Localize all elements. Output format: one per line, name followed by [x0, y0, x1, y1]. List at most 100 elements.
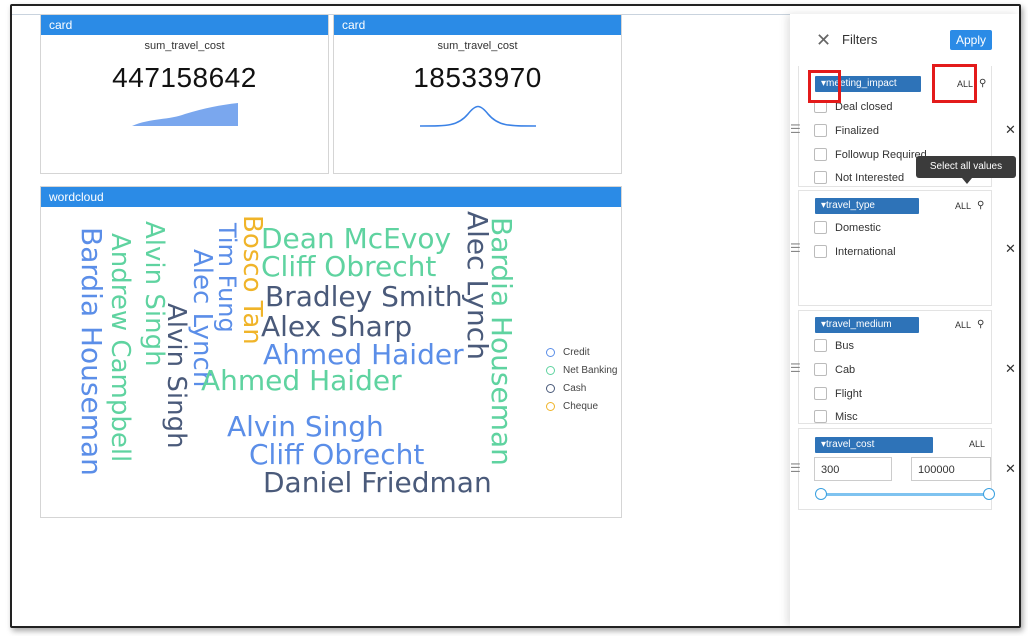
filter-option[interactable]: Cab — [814, 363, 855, 376]
legend-item-cheque[interactable]: Cheque — [546, 401, 617, 412]
highlight-box-all — [932, 64, 977, 103]
card-header: card — [41, 15, 328, 35]
filter-tag-label: travel_cost — [826, 439, 875, 450]
wc-word: Andrew Campbell — [105, 233, 135, 463]
apply-button[interactable]: Apply — [950, 30, 992, 50]
card-panel-1[interactable]: card sum_travel_cost 447158642 — [40, 14, 329, 174]
option-label: International — [835, 245, 896, 258]
filter-tag-label: travel_medium — [826, 319, 892, 330]
drag-handle-icon[interactable]: ☰ — [790, 122, 801, 136]
metric-label: sum_travel_cost — [437, 40, 518, 52]
option-label: Followup Required — [835, 148, 927, 161]
wc-word: Ahmed Haider — [201, 364, 402, 397]
wc-word: Alvin Singh — [161, 303, 191, 449]
legend-label: Credit — [563, 347, 590, 358]
checkbox[interactable] — [814, 387, 827, 400]
select-all-button[interactable]: ALL — [955, 320, 971, 330]
range-min-input[interactable]: 300 — [814, 457, 892, 481]
range-max-input[interactable]: 100000 — [911, 457, 991, 481]
legend-item-cash[interactable]: Cash — [546, 383, 617, 394]
filters-panel: ✕ Filters Apply ▾meeting_impact ALL ⚲ De… — [790, 14, 1019, 626]
remove-filter-icon[interactable]: ✕ — [1005, 241, 1016, 257]
wordcloud-panel[interactable]: wordcloud Bardia Houseman Andrew Campbel… — [40, 186, 622, 518]
remove-filter-icon[interactable]: ✕ — [1005, 361, 1016, 377]
filter-tag-travel-medium[interactable]: ▾travel_medium — [815, 317, 919, 333]
wordcloud-header: wordcloud — [41, 187, 621, 207]
drag-handle-icon[interactable]: ☰ — [790, 461, 801, 475]
checkbox[interactable] — [814, 363, 827, 376]
filter-group-travel-cost: ▾travel_cost ALL 300 100000 ☰ ✕ — [790, 428, 1016, 510]
search-icon[interactable]: ⚲ — [977, 319, 984, 330]
remove-filter-icon[interactable]: ✕ — [1005, 122, 1016, 138]
option-label: Cab — [835, 363, 856, 376]
filter-tag-travel-type[interactable]: ▾travel_type — [815, 198, 919, 214]
filter-option[interactable]: Misc — [814, 410, 858, 423]
checkbox[interactable] — [814, 171, 827, 184]
filter-option[interactable]: Domestic — [814, 221, 881, 234]
circle-icon — [546, 402, 555, 411]
circle-icon — [546, 366, 555, 375]
filter-option[interactable]: Flight — [814, 387, 862, 400]
circle-icon — [546, 384, 555, 393]
range-slider-handle-max[interactable] — [983, 488, 995, 500]
option-label: Finalized — [835, 124, 880, 137]
option-label: Domestic — [835, 221, 881, 234]
card-header: card — [334, 15, 621, 35]
filter-group-travel-medium: ▾travel_medium ALL ⚲ Bus Cab Flight Misc… — [790, 310, 1016, 424]
circle-icon — [546, 348, 555, 357]
metric-label: sum_travel_cost — [144, 40, 225, 52]
legend-item-credit[interactable]: Credit — [546, 347, 617, 358]
range-slider-track[interactable] — [821, 493, 991, 496]
filter-group-travel-type: ▾travel_type ALL ⚲ Domestic Internationa… — [790, 190, 1016, 306]
wc-word: Alvin Singh — [227, 410, 384, 443]
wc-word: Tim Fung — [213, 223, 241, 333]
checkbox[interactable] — [814, 124, 827, 137]
wc-word: Alex Sharp — [261, 310, 413, 343]
checkbox[interactable] — [814, 221, 827, 234]
checkbox[interactable] — [814, 148, 827, 161]
app-window: card sum_travel_cost 447158642 card sum_… — [10, 4, 1021, 628]
filter-option[interactable]: International — [814, 245, 896, 258]
option-label: Not Interested — [835, 171, 905, 184]
select-all-tooltip: Select all values — [916, 156, 1016, 184]
drag-handle-icon[interactable]: ☰ — [790, 361, 801, 375]
remove-filter-icon[interactable]: ✕ — [1005, 461, 1016, 477]
filter-tag-travel-cost[interactable]: ▾travel_cost — [815, 437, 933, 453]
wordcloud-legend: Credit Net Banking Cash Cheque — [546, 347, 617, 419]
checkbox[interactable] — [814, 410, 827, 423]
card-panel-2[interactable]: card sum_travel_cost 18533970 — [333, 14, 622, 174]
select-all-button[interactable]: ALL — [969, 439, 985, 449]
drag-handle-icon[interactable]: ☰ — [790, 241, 801, 255]
search-icon[interactable]: ⚲ — [977, 200, 984, 211]
line-sparkline — [419, 105, 536, 127]
wc-word: Cliff Obrecht — [249, 438, 425, 471]
search-icon[interactable]: ⚲ — [979, 78, 986, 89]
legend-label: Cash — [563, 383, 587, 394]
legend-label: Cheque — [563, 401, 599, 412]
wc-word: Bardia Houseman — [485, 217, 518, 466]
wc-word: Bradley Smith — [265, 280, 463, 313]
option-label: Misc — [835, 410, 858, 423]
wc-word: Bardia Houseman — [75, 227, 108, 476]
checkbox[interactable] — [814, 339, 827, 352]
wc-word: Daniel Friedman — [263, 466, 492, 499]
highlight-box-dropdown — [808, 70, 841, 103]
option-label: Deal closed — [835, 100, 893, 113]
area-sparkline — [131, 103, 238, 126]
range-slider-handle-min[interactable] — [815, 488, 827, 500]
wordcloud-canvas: Bardia Houseman Andrew Campbell Alvin Si… — [41, 207, 621, 515]
checkbox[interactable] — [814, 245, 827, 258]
filter-option[interactable]: Finalized — [814, 124, 879, 137]
filter-option[interactable]: Followup Required — [814, 148, 927, 161]
legend-item-net-banking[interactable]: Net Banking — [546, 365, 617, 376]
metric-value: 18533970 — [413, 62, 542, 93]
filter-option[interactable]: Not Interested — [814, 171, 904, 184]
metric-value: 447158642 — [112, 62, 257, 93]
legend-label: Net Banking — [563, 365, 618, 376]
wc-word: Dean McEvoy — [261, 222, 452, 255]
filter-option[interactable]: Bus — [814, 339, 854, 352]
filter-tag-label: travel_type — [826, 200, 875, 211]
select-all-button[interactable]: ALL — [955, 201, 971, 211]
close-icon[interactable]: ✕ — [816, 30, 831, 51]
option-label: Bus — [835, 339, 854, 352]
